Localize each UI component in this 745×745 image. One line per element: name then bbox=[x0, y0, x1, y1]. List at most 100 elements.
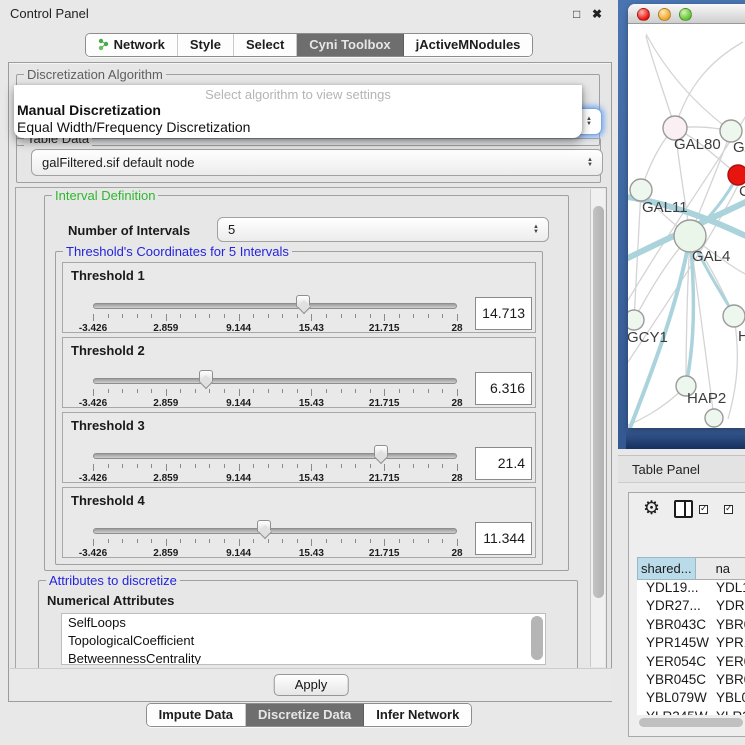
slider-track[interactable] bbox=[93, 303, 457, 309]
attribute-list-item[interactable]: BetweennessCentrality bbox=[62, 650, 545, 665]
table-horizontal-scrollbar[interactable] bbox=[637, 717, 745, 729]
split-columns-icon[interactable] bbox=[674, 500, 693, 518]
tick-label: 28 bbox=[451, 323, 462, 334]
dropdown-hint: Select algorithm to view settings bbox=[14, 85, 582, 102]
num-intervals-select[interactable]: 5 ▲▼ bbox=[217, 217, 549, 242]
tick-label: -3.426 bbox=[79, 323, 107, 334]
slider-track[interactable] bbox=[93, 528, 457, 534]
tab-jactivemnodules[interactable]: jActiveMNodules bbox=[404, 34, 533, 56]
tab-infer-network[interactable]: Infer Network bbox=[364, 704, 471, 726]
threshold-panel: Threshold 1 -3.4262.8599.14415.4321.71528… bbox=[62, 262, 536, 333]
table-row[interactable]: YDR27...YDR2 bbox=[637, 598, 745, 616]
table-panel-titlebar: Table Panel bbox=[618, 455, 745, 483]
table-row[interactable]: YBL079WYBL0 bbox=[637, 690, 745, 708]
network-view-window[interactable]: GAL80 GA C GAL11 GAL4 GCY1 H HAP2 bbox=[628, 4, 745, 428]
cyni-toolbox-panel: Discretization Algorithm ▲▼ Select algor… bbox=[8, 62, 612, 702]
tab-select[interactable]: Select bbox=[234, 34, 297, 56]
table-toolbar: ⚙ bbox=[629, 493, 745, 525]
algorithm-dropdown-popup: Select algorithm to view settings Manual… bbox=[14, 85, 582, 138]
threshold-slider[interactable]: -3.4262.8599.14415.4321.71528 bbox=[93, 368, 457, 406]
thresholds-group: Threshold's Coordinates for 5 Intervals … bbox=[55, 251, 543, 565]
tab-network[interactable]: Network bbox=[86, 34, 178, 56]
threshold-panel: Threshold 3-3.4262.8599.14415.4321.71528… bbox=[62, 412, 536, 483]
tick-label: -3.426 bbox=[79, 548, 107, 559]
slider-thumb-icon[interactable] bbox=[257, 520, 271, 532]
network-frame-bottom bbox=[626, 428, 745, 449]
cell-shared-name: YBL079W bbox=[637, 690, 707, 708]
threshold-slider[interactable]: -3.4262.8599.14415.4321.71528 bbox=[93, 443, 457, 481]
cell-name: YLR3 bbox=[707, 709, 745, 715]
network-window-titlebar bbox=[628, 4, 745, 24]
close-icon[interactable]: ✖ bbox=[592, 7, 602, 21]
dropdown-option[interactable]: Equal Width/Frequency Discretization bbox=[14, 119, 582, 136]
tab-label: Cyni Toolbox bbox=[309, 37, 390, 52]
threshold-panel: Threshold 4 -3.4262.8599.14415.4321.71528… bbox=[62, 487, 536, 558]
table-row[interactable]: YBR043CYBR0 bbox=[637, 617, 745, 635]
column-header-name[interactable]: na bbox=[696, 557, 745, 580]
window-title: Control Panel bbox=[10, 6, 89, 21]
tick-label: 28 bbox=[451, 398, 462, 409]
dropdown-option[interactable]: Manual Discretization bbox=[14, 102, 582, 119]
bottom-tabbar: Impute DataDiscretize DataInfer Network bbox=[0, 703, 618, 727]
group-title: Discretization Algorithm bbox=[24, 67, 166, 82]
node-gcy1 bbox=[628, 310, 644, 330]
numerical-attributes-label: Numerical Attributes bbox=[47, 593, 174, 608]
tick-label: 28 bbox=[451, 548, 462, 559]
table-panel-title: Table Panel bbox=[632, 462, 700, 477]
table-row[interactable]: YLR345WYLR3 bbox=[637, 709, 745, 715]
table-row[interactable]: YDL19...YDL1 bbox=[637, 580, 745, 598]
node-table: shared... na YDL19...YDL1YDR27...YDR2YBR… bbox=[637, 557, 745, 715]
table-row[interactable]: YER054CYER0 bbox=[637, 654, 745, 672]
numerical-attributes-list[interactable]: SelfLoopsTopologicalCoefficientBetweenne… bbox=[61, 613, 546, 665]
attribute-list-item[interactable]: SelfLoops bbox=[62, 614, 545, 632]
close-traffic-light-icon[interactable] bbox=[637, 8, 650, 21]
panel-scrollbar[interactable] bbox=[590, 189, 605, 667]
tab-cyni-toolbox[interactable]: Cyni Toolbox bbox=[297, 34, 403, 56]
slider-track[interactable] bbox=[93, 453, 457, 459]
threshold-value-field[interactable]: 6.316 bbox=[475, 372, 532, 405]
cell-shared-name: YBR045C bbox=[637, 672, 707, 690]
threshold-slider[interactable]: -3.4262.8599.14415.4321.71528 bbox=[93, 518, 457, 556]
svg-text:H: H bbox=[738, 328, 745, 345]
cell-shared-name: YER054C bbox=[637, 654, 707, 672]
slider-ticks bbox=[93, 464, 457, 472]
tick-label: 21.715 bbox=[369, 548, 400, 559]
network-icon bbox=[98, 38, 109, 51]
zoom-traffic-light-icon[interactable] bbox=[679, 8, 692, 21]
network-canvas[interactable]: GAL80 GA C GAL11 GAL4 GCY1 H HAP2 bbox=[628, 24, 745, 428]
tick-label: -3.426 bbox=[79, 398, 107, 409]
slider-thumb-icon[interactable] bbox=[374, 445, 388, 457]
slider-track[interactable] bbox=[93, 378, 457, 384]
slider-thumb-icon[interactable] bbox=[296, 295, 310, 307]
cell-name: YDL1 bbox=[707, 580, 745, 598]
threshold-value-field[interactable]: 11.344 bbox=[475, 522, 532, 555]
checkbox-icon[interactable] bbox=[699, 505, 708, 514]
tab-discretize-data[interactable]: Discretize Data bbox=[246, 704, 364, 726]
threshold-slider[interactable]: -3.4262.8599.14415.4321.71528 bbox=[93, 293, 457, 331]
tab-impute-data[interactable]: Impute Data bbox=[147, 704, 246, 726]
node-red bbox=[728, 165, 745, 185]
cell-name: YBR0 bbox=[707, 617, 745, 635]
svg-text:GCY1: GCY1 bbox=[628, 329, 668, 346]
tab-label: Select bbox=[246, 37, 284, 52]
float-window-icon[interactable]: □ bbox=[573, 7, 580, 21]
gear-icon[interactable]: ⚙ bbox=[643, 500, 660, 518]
column-header-shared-name[interactable]: shared... bbox=[637, 557, 696, 580]
threshold-value-field[interactable]: 21.4 bbox=[475, 447, 532, 480]
apply-button[interactable]: Apply bbox=[274, 674, 349, 696]
table-row[interactable]: YPR145WYPR1 bbox=[637, 635, 745, 653]
tab-label: jActiveMNodules bbox=[416, 37, 521, 52]
num-intervals-label: Number of Intervals bbox=[68, 223, 190, 238]
slider-thumb-icon[interactable] bbox=[199, 370, 213, 382]
threshold-label: Threshold 1 bbox=[71, 268, 145, 283]
node-partial-bottom bbox=[705, 409, 723, 427]
table-data-select[interactable]: galFiltered.sif default node ▲▼ bbox=[31, 149, 603, 176]
list-scrollbar[interactable] bbox=[531, 616, 543, 660]
tab-style[interactable]: Style bbox=[178, 34, 234, 56]
minimize-traffic-light-icon[interactable] bbox=[658, 8, 671, 21]
attribute-list-item[interactable]: TopologicalCoefficient bbox=[62, 632, 545, 650]
checkbox-icon[interactable] bbox=[724, 505, 733, 514]
table-row[interactable]: YBR045CYBR0 bbox=[637, 672, 745, 690]
threshold-value-field[interactable]: 14.713 bbox=[475, 297, 532, 330]
threshold-label: Threshold 4 bbox=[71, 493, 145, 508]
